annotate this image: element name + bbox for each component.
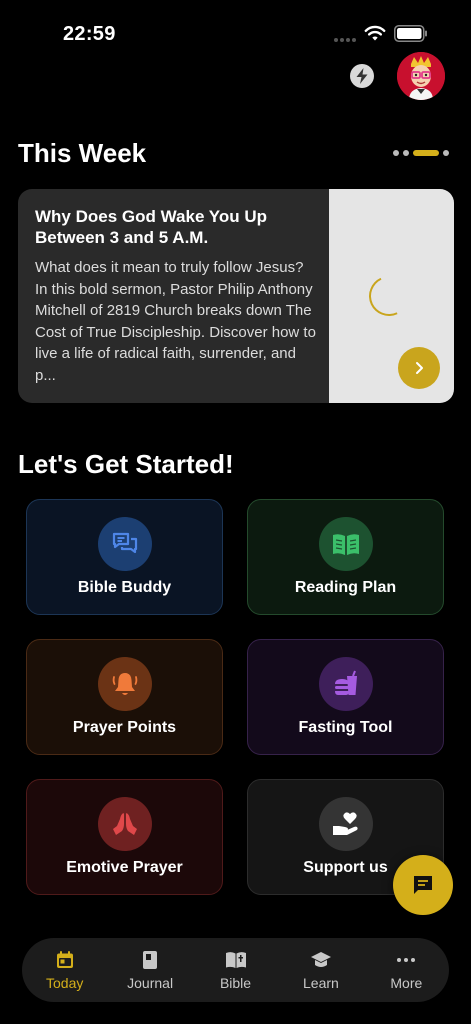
tile-fasting-tool[interactable]: Fasting Tool <box>247 639 444 755</box>
more-dots-icon <box>395 949 417 971</box>
chevron-right-icon <box>416 362 423 374</box>
tile-label: Bible Buddy <box>77 579 172 596</box>
nav-item-learn[interactable]: Learn <box>278 938 363 1002</box>
user-avatar-icon <box>397 52 445 100</box>
tile-prayer-points[interactable]: Prayer Points <box>26 639 223 755</box>
tile-label: Emotive Prayer <box>66 859 183 876</box>
chat-fab-button[interactable] <box>393 855 453 915</box>
tile-icon-wrap <box>318 797 373 851</box>
cellular-signal-icon <box>334 38 358 43</box>
tile-reading-plan[interactable]: Reading Plan <box>247 499 444 615</box>
pager-dot[interactable] <box>393 150 399 156</box>
nav-label: Journal <box>127 975 174 991</box>
tile-label: Support us <box>303 859 388 876</box>
featured-title: Why Does God Wake You Up Between 3 and 5… <box>35 207 268 247</box>
nav-item-more[interactable]: More <box>364 938 449 1002</box>
avatar[interactable] <box>397 52 445 100</box>
message-icon <box>414 876 432 894</box>
loading-spinner-icon <box>363 270 415 322</box>
this-week-title: This Week <box>18 138 147 168</box>
tile-label: Fasting Tool <box>298 719 393 736</box>
bible-icon <box>225 949 247 971</box>
nav-item-bible[interactable]: Bible <box>193 938 278 1002</box>
carousel-pager[interactable] <box>393 150 449 156</box>
status-time: 22:59 <box>63 23 116 45</box>
nav-label: More <box>390 975 423 991</box>
tile-label: Reading Plan <box>294 579 397 596</box>
calendar-icon <box>54 949 76 971</box>
journal-icon <box>139 949 161 971</box>
nav-label: Learn <box>303 975 339 991</box>
fasting-food-icon <box>334 670 357 695</box>
tile-icon-wrap <box>318 517 373 571</box>
tile-icon-wrap <box>318 657 373 711</box>
boost-button[interactable] <box>350 64 374 88</box>
status-bar: 22:59 <box>0 0 471 60</box>
graduation-cap-icon <box>310 949 332 971</box>
pager-dot[interactable] <box>443 150 449 156</box>
chat-bubbles-icon <box>112 532 137 554</box>
bell-icon <box>112 673 137 695</box>
open-book-icon <box>332 534 359 555</box>
nav-item-today[interactable]: Today <box>22 938 107 1002</box>
battery-icon <box>394 25 427 42</box>
tile-icon-wrap <box>97 657 152 711</box>
heart-hand-icon <box>332 812 358 835</box>
featured-thumbnail <box>329 189 454 403</box>
get-started-title: Let's Get Started! <box>18 449 234 479</box>
tile-emotive-prayer[interactable]: Emotive Prayer <box>26 779 223 895</box>
pager-dot[interactable] <box>403 150 409 156</box>
nav-label: Bible <box>219 975 252 991</box>
tile-icon-wrap <box>97 797 152 851</box>
pager-dot-active[interactable] <box>413 150 439 156</box>
featured-text-block: Why Does God Wake You Up Between 3 and 5… <box>35 206 317 386</box>
bottom-navigation: Today Journal Bible Learn More <box>22 938 449 1002</box>
nav-label: Today <box>46 975 84 991</box>
bolt-icon <box>356 68 368 84</box>
nav-item-journal[interactable]: Journal <box>107 938 192 1002</box>
featured-next-button[interactable] <box>398 347 440 389</box>
praying-hands-icon <box>112 813 137 835</box>
featured-description: What does it mean to truly follow Jesus?… <box>35 259 316 384</box>
tile-bible-buddy[interactable]: Bible Buddy <box>26 499 223 615</box>
tile-label: Prayer Points <box>72 719 177 736</box>
tile-icon-wrap <box>97 517 152 571</box>
featured-sermon-card[interactable]: Why Does God Wake You Up Between 3 and 5… <box>18 189 454 403</box>
wifi-icon <box>364 25 386 41</box>
